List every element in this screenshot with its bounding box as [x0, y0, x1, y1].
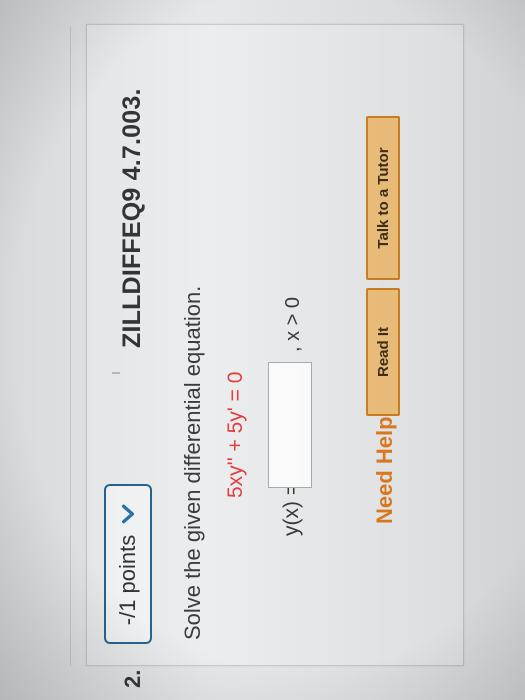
domain-condition: , x > 0 [282, 296, 304, 352]
need-help-label: Need Help? [372, 402, 397, 524]
points-label: -/1 points [115, 534, 140, 626]
divider [70, 26, 71, 666]
answer-label: y(x) = [280, 482, 303, 536]
question-page: 2. -/1 points ZILLDIFFEQ9 4.7.003. Solve… [0, 0, 525, 700]
differential-equation: 5xy'' + 5y' = 0 [224, 371, 247, 498]
question-number: 2. [120, 669, 145, 688]
divider-tick [112, 372, 120, 374]
read-it-button[interactable]: Read It [366, 288, 400, 416]
question-prompt: Solve the given differential equation. [180, 285, 205, 640]
talk-to-tutor-button[interactable]: Talk to a Tutor [366, 116, 400, 280]
answer-input[interactable] [268, 362, 312, 488]
question-id: ZILLDIFFEQ9 4.7.003. [118, 88, 146, 348]
chevron-down-icon [121, 504, 135, 524]
points-dropdown-button[interactable]: -/1 points [104, 484, 152, 644]
